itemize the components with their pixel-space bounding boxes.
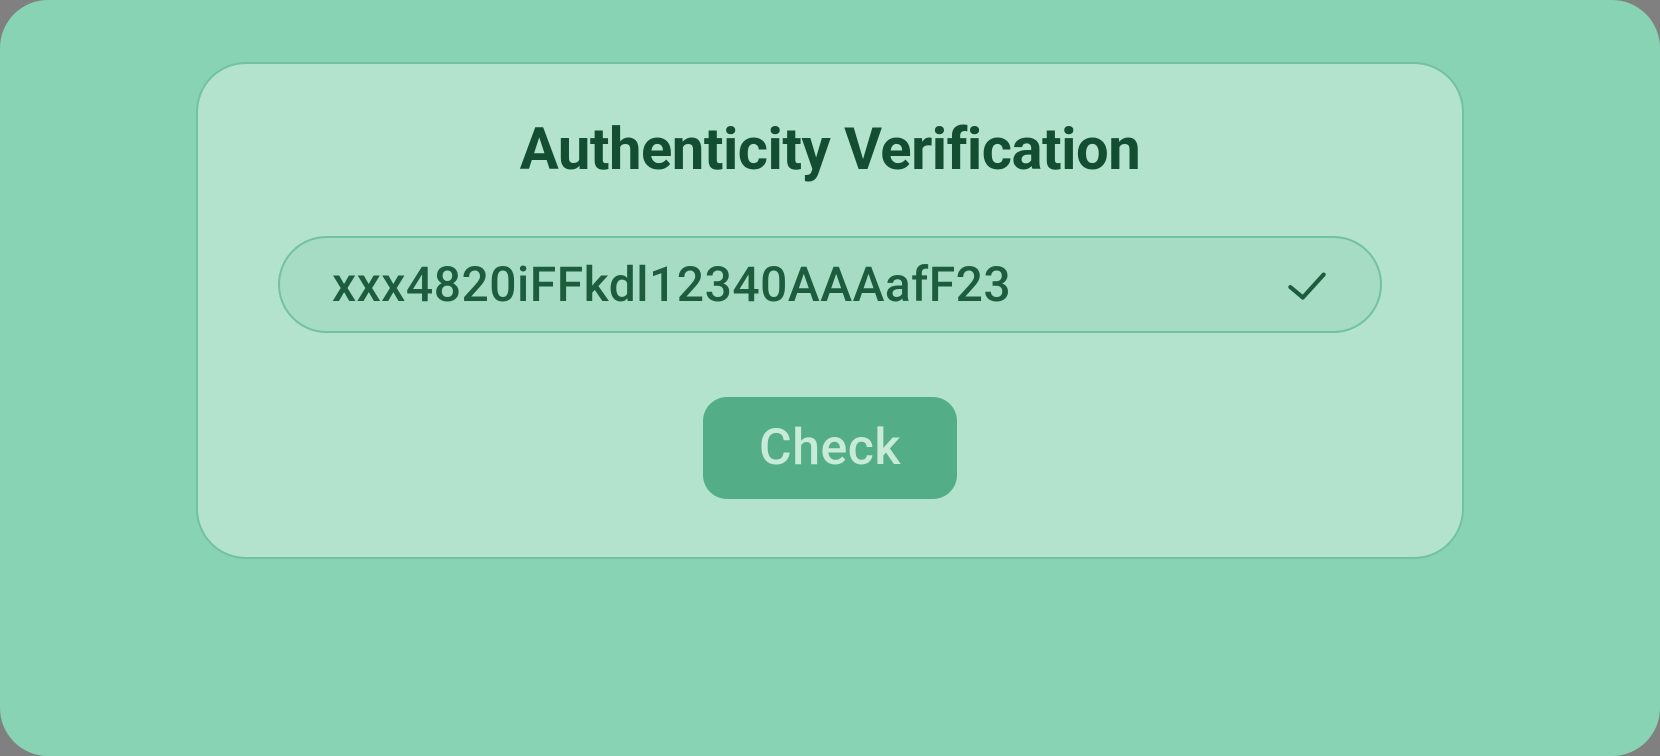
code-input-row <box>278 236 1382 333</box>
verification-code-input[interactable] <box>332 256 1258 313</box>
verification-panel: Authenticity Verification Check <box>0 0 1660 756</box>
check-button[interactable]: Check <box>703 397 957 499</box>
card-title: Authenticity Verification <box>520 116 1141 184</box>
check-icon <box>1282 260 1332 310</box>
verification-card: Authenticity Verification Check <box>196 62 1464 559</box>
